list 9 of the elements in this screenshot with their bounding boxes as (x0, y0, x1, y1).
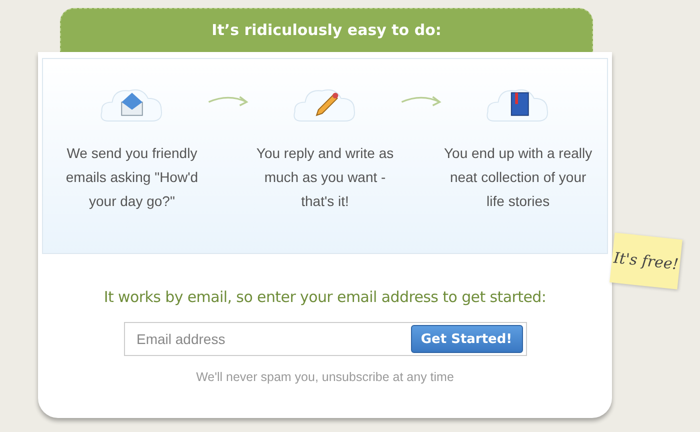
step-text: You reply and write as much as you want - that's it! (255, 144, 395, 211)
step-text: We send you friendly emails asking "How'd your day go?" (64, 144, 200, 211)
header-title: It’s ridiculously easy to do: (212, 21, 442, 39)
get-started-button[interactable]: Get Started! (410, 325, 522, 353)
signup-prompt: It works by email, so enter your email address to get started: (104, 288, 546, 306)
privacy-note: We'll never spam you, unsubscribe at any time (196, 370, 454, 384)
email-field[interactable]: Email address Get Started! (124, 322, 526, 356)
step-text: You end up with a really neat collection of your life stories (443, 144, 594, 211)
sticky-note: It's free! (610, 232, 682, 290)
